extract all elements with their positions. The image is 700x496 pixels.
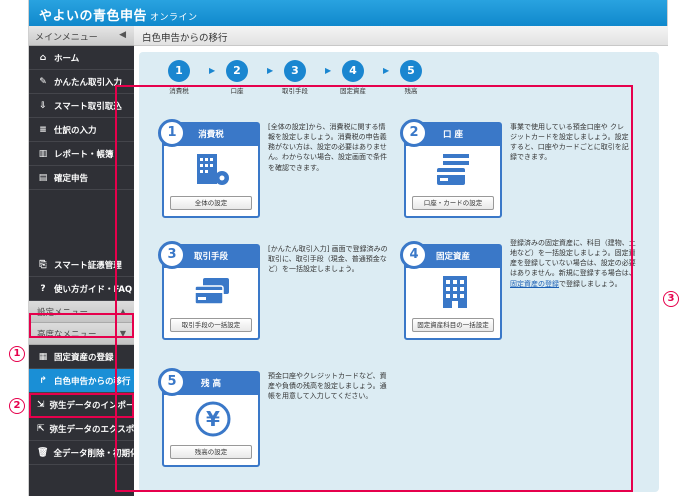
pencil-icon: ✎ [39, 76, 47, 87]
annotation-marker-3: 3 [663, 291, 679, 307]
arrow-right-icon: ▶ [325, 66, 332, 75]
main-menu-header[interactable]: メインメニュー ◀ [29, 26, 134, 46]
help-icon: ? [40, 283, 46, 294]
tax-return-icon: ▤ [38, 172, 48, 183]
journal-icon: ≡ [39, 124, 47, 135]
sidebar-item-home[interactable]: ⌂ ホーム [29, 46, 134, 70]
collapse-icon[interactable]: ◀ [119, 30, 126, 40]
import-icon: ⇩ [39, 100, 47, 111]
brand-logo[interactable]: やよいの青色申告 オンライン [39, 5, 198, 24]
annotation-marker-2: 2 [9, 398, 25, 414]
trash-icon: 🗑 [37, 447, 49, 458]
migrate-icon: ↱ [39, 375, 47, 386]
home-icon: ⌂ [39, 52, 47, 63]
voucher-icon: ⎘ [39, 259, 47, 270]
export-data-icon: ⇱ [37, 423, 45, 434]
arrow-right-icon: ▶ [383, 66, 390, 75]
page-title: 白色申告からの移行 [134, 26, 668, 46]
report-icon: ▥ [38, 148, 48, 159]
fixed-asset-icon: ▦ [38, 351, 48, 362]
highlight-steps-area [115, 85, 633, 492]
annotation-marker-1: 1 [9, 346, 25, 362]
arrow-right-icon: ▶ [267, 66, 274, 75]
top-bar: やよいの青色申告 オンライン [29, 0, 667, 26]
arrow-right-icon: ▶ [209, 66, 216, 75]
